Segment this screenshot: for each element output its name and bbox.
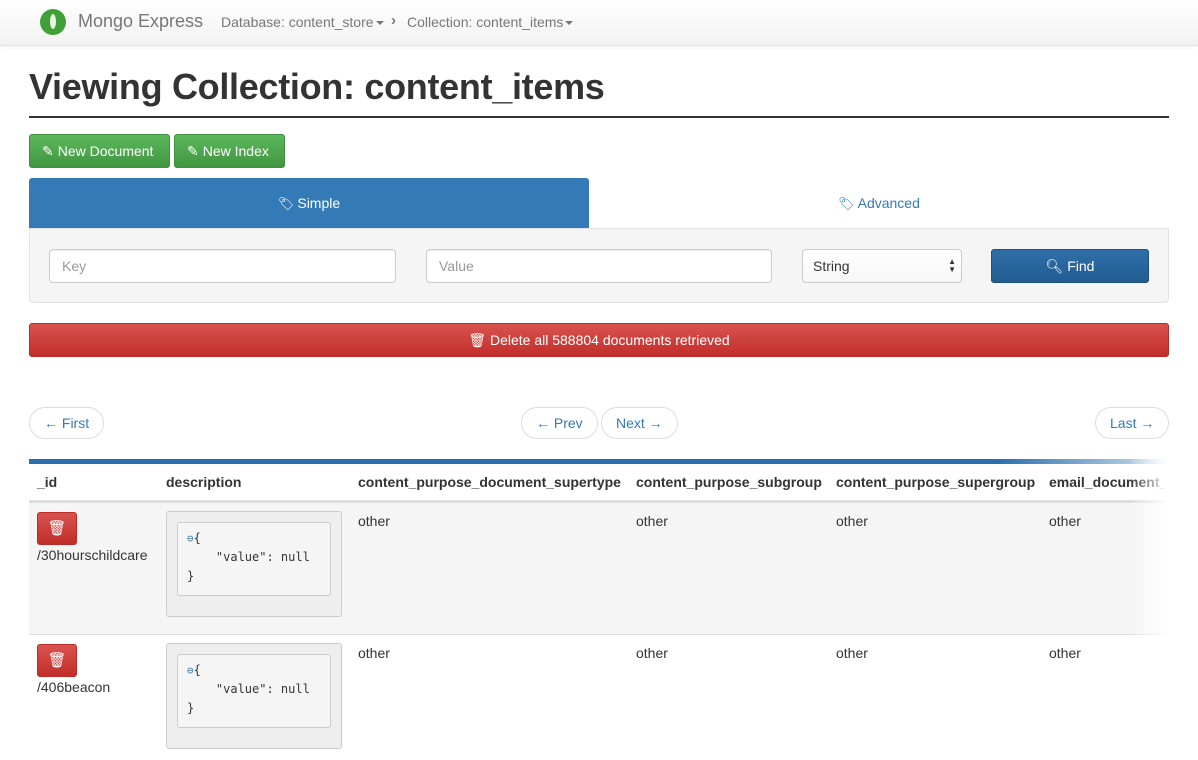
cell-email-document: other — [1049, 513, 1081, 529]
cell-supertype: other — [358, 645, 390, 661]
trash-icon: 🗑 — [468, 332, 487, 348]
collapse-icon[interactable]: ⊖ — [187, 664, 194, 677]
new-index-label: New Index — [202, 143, 269, 159]
json-close-brace: } — [187, 701, 195, 715]
json-viewer: ⊖{ "value": null } — [177, 654, 331, 728]
cell-subgroup: other — [636, 513, 668, 529]
tab-simple-label: Simple — [297, 195, 341, 211]
type-select-value: String — [813, 258, 850, 274]
json-close-brace: } — [187, 569, 195, 583]
tag-icon: 🏷 — [277, 196, 295, 211]
column-header-supergroup[interactable]: content_purpose_supergroup — [836, 474, 1035, 490]
delete-row-button[interactable]: 🗑 — [37, 512, 77, 545]
caret-down-icon — [565, 21, 574, 26]
page-title: Viewing Collection: content_items — [29, 66, 605, 107]
type-select[interactable]: String ▲ ▼ — [802, 249, 962, 283]
cell-supertype: other — [358, 513, 390, 529]
column-header-subgroup[interactable]: content_purpose_subgroup — [636, 474, 822, 490]
row-id-link[interactable]: /406beacon — [37, 679, 110, 695]
new-document-button[interactable]: ✎ New Document — [29, 134, 170, 168]
description-json-box: ⊖{ "value": null } — [166, 511, 342, 617]
row-id-link[interactable]: /30hourschildcare — [37, 547, 148, 563]
delete-all-button[interactable]: 🗑 Delete all 588804 documents retrieved — [29, 323, 1169, 357]
leaf-icon — [40, 9, 66, 35]
caret-down-icon — [375, 21, 384, 26]
pencil-icon: ✎ — [42, 143, 54, 159]
select-arrows-icon: ▲ ▼ — [948, 257, 956, 274]
database-crumb[interactable]: Database: content_store — [221, 14, 384, 30]
find-button[interactable]: 🔍︎ Find — [991, 249, 1149, 283]
pager-prev[interactable]: ← Prev — [521, 407, 598, 439]
navbar: Mongo Express Database: content_store › … — [0, 0, 1198, 46]
find-label: Find — [1067, 258, 1095, 274]
title-divider — [29, 116, 1169, 118]
column-header-description[interactable]: description — [166, 474, 241, 490]
collapse-icon[interactable]: ⊖ — [187, 532, 194, 545]
json-value-line: "value": null — [187, 682, 310, 696]
cell-supergroup: other — [836, 645, 868, 661]
chevron-right-icon: › — [391, 12, 396, 29]
json-viewer: ⊖{ "value": null } — [177, 522, 331, 596]
delete-row-button[interactable]: 🗑 — [37, 644, 77, 677]
value-input[interactable] — [426, 249, 772, 283]
column-header-email-document[interactable]: email_document_ — [1049, 474, 1167, 490]
cell-subgroup: other — [636, 645, 668, 661]
brand-name[interactable]: Mongo Express — [78, 11, 203, 32]
table-row: 🗑 /406beacon ⊖{ "value": null } other ot… — [29, 634, 1169, 760]
new-index-button[interactable]: ✎ New Index — [174, 134, 285, 168]
collection-crumb[interactable]: Collection: content_items — [407, 14, 574, 30]
json-value-line: "value": null — [187, 550, 310, 564]
tags-icon: 🏷 — [838, 196, 855, 211]
search-panel: String ▲▼ 🔍︎ Find — [29, 228, 1169, 303]
tab-advanced-label: Advanced — [857, 195, 920, 211]
search-icon: 🔍︎ — [1045, 258, 1064, 274]
tab-advanced[interactable]: 🏷 Advanced — [589, 178, 1169, 228]
table-row: 🗑 /30hourschildcare ⊖{ "value": null } o… — [29, 502, 1169, 634]
cell-email-document: other — [1049, 645, 1081, 661]
json-open-brace: { — [193, 663, 201, 677]
new-document-label: New Document — [57, 143, 154, 159]
description-json-box: ⊖{ "value": null } — [166, 643, 342, 749]
documents-table: _id description content_purpose_document… — [29, 459, 1169, 760]
column-header-supertype[interactable]: content_purpose_document_supertype — [358, 474, 621, 490]
pager-next[interactable]: Next → — [601, 407, 678, 439]
collection-crumb-label: Collection: content_items — [407, 14, 564, 30]
tab-simple[interactable]: 🏷 Simple — [29, 178, 589, 228]
cell-supergroup: other — [836, 513, 868, 529]
trash-icon: 🗑 — [47, 652, 67, 669]
trash-icon: 🗑 — [47, 520, 67, 537]
database-crumb-label: Database: content_store — [221, 14, 374, 30]
key-input[interactable] — [49, 249, 396, 283]
json-open-brace: { — [193, 531, 201, 545]
pencil-icon: ✎ — [187, 143, 199, 159]
pager-first[interactable]: ← First — [29, 407, 105, 439]
column-header-id[interactable]: _id — [37, 474, 57, 490]
pager-last[interactable]: Last → — [1095, 407, 1170, 439]
delete-all-label: Delete all 588804 documents retrieved — [489, 332, 730, 348]
table-top-bar — [29, 459, 1169, 464]
